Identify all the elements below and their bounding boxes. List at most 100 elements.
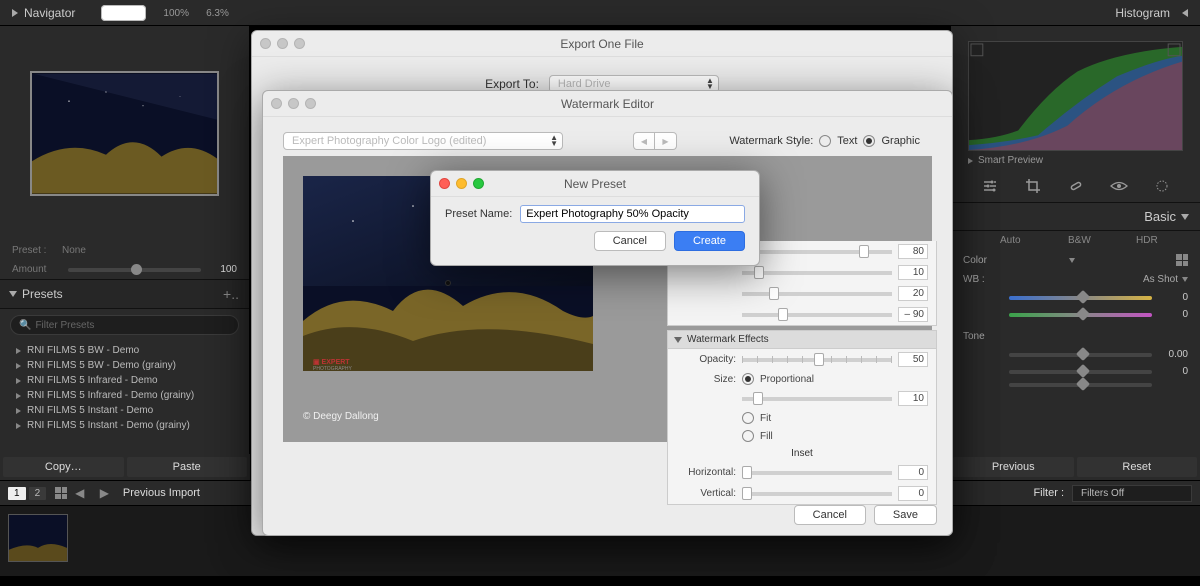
shadow-value2[interactable]: 10 bbox=[898, 265, 928, 280]
zoom-icon[interactable] bbox=[305, 98, 316, 109]
filter-presets-search[interactable]: 🔍 Filter Presets bbox=[10, 315, 239, 335]
zoom-icon[interactable] bbox=[294, 38, 305, 49]
minimize-icon[interactable] bbox=[288, 98, 299, 109]
tone-slider[interactable] bbox=[1009, 370, 1152, 374]
horizontal-value[interactable]: 0 bbox=[898, 465, 928, 480]
preset-readout: Preset : None bbox=[0, 241, 249, 260]
filter-dropdown[interactable]: Filters Off bbox=[1072, 485, 1192, 502]
preset-value: None bbox=[62, 245, 86, 256]
fill-radio[interactable] bbox=[742, 430, 754, 442]
grid-icon[interactable] bbox=[1176, 254, 1188, 266]
shadow-slider3[interactable] bbox=[742, 292, 892, 296]
exposure-slider-row: 0.00 bbox=[951, 346, 1200, 363]
horizontal-slider[interactable] bbox=[742, 471, 892, 475]
reset-button[interactable]: Reset bbox=[1077, 457, 1198, 477]
zoom-levels[interactable]: FIT 100% 6.3% bbox=[101, 7, 243, 19]
opacity-slider[interactable] bbox=[742, 358, 892, 362]
auto-button[interactable]: Auto bbox=[1000, 235, 1050, 246]
heal-icon[interactable] bbox=[1066, 176, 1086, 196]
close-icon[interactable] bbox=[439, 178, 450, 189]
new-preset-cancel-button[interactable]: Cancel bbox=[594, 231, 666, 251]
shadow-slider4[interactable] bbox=[742, 313, 892, 317]
copy-button[interactable]: Copy… bbox=[3, 457, 124, 477]
display-2-button[interactable]: 2 bbox=[29, 487, 47, 500]
watermark-save-button[interactable]: Save bbox=[874, 505, 937, 525]
smart-preview-row[interactable]: Smart Preview bbox=[951, 151, 1200, 170]
close-icon[interactable] bbox=[260, 38, 271, 49]
watermark-preset-select[interactable]: Expert Photography Color Logo (edited)▲▼ bbox=[283, 132, 563, 150]
zoom-100[interactable]: 100% bbox=[163, 8, 189, 19]
hdr-button[interactable]: HDR bbox=[1136, 235, 1186, 246]
eye-icon[interactable] bbox=[1109, 176, 1129, 196]
graphic-radio[interactable] bbox=[863, 135, 875, 147]
bw-button[interactable]: B&W bbox=[1068, 235, 1118, 246]
preset-item[interactable]: RNI FILMS 5 Instant - Demo (grainy) bbox=[10, 418, 239, 433]
zoom-icon[interactable] bbox=[473, 178, 484, 189]
next-image-button[interactable]: ▶ bbox=[655, 132, 677, 150]
preset-item[interactable]: RNI FILMS 5 Infrared - Demo (grainy) bbox=[10, 388, 239, 403]
navigator-thumbnail[interactable] bbox=[30, 71, 219, 196]
shadow-value1[interactable]: 80 bbox=[898, 244, 928, 259]
navigator-title: Navigator bbox=[24, 6, 75, 20]
preset-item[interactable]: RNI FILMS 5 Instant - Demo bbox=[10, 403, 239, 418]
vertical-slider[interactable] bbox=[742, 492, 892, 496]
fit-radio[interactable] bbox=[742, 412, 754, 424]
preset-item[interactable]: RNI FILMS 5 Infrared - Demo bbox=[10, 373, 239, 388]
preset-item[interactable]: RNI FILMS 5 BW - Demo bbox=[10, 343, 239, 358]
histogram-display[interactable] bbox=[968, 41, 1183, 151]
temp-slider[interactable] bbox=[1009, 296, 1152, 300]
shadow-slider2[interactable] bbox=[742, 271, 892, 275]
disclosure-down-icon[interactable] bbox=[1182, 9, 1188, 17]
wb-row[interactable]: WB : As Shot bbox=[951, 270, 1200, 289]
watermark-titlebar[interactable]: Watermark Editor bbox=[263, 91, 952, 117]
minimize-icon[interactable] bbox=[456, 178, 467, 189]
dropdown-icon bbox=[1069, 258, 1075, 263]
crop-icon[interactable] bbox=[1023, 176, 1043, 196]
color-profile-row[interactable]: Color bbox=[951, 250, 1200, 270]
size-value[interactable]: 10 bbox=[898, 391, 928, 406]
previous-button[interactable]: Previous bbox=[953, 457, 1074, 477]
close-icon[interactable] bbox=[271, 98, 282, 109]
horizontal-label: Horizontal: bbox=[676, 467, 736, 478]
zoom-fit[interactable]: FIT bbox=[101, 5, 146, 21]
presets-header[interactable]: Presets +.. bbox=[0, 279, 249, 309]
radial-icon[interactable] bbox=[1152, 176, 1172, 196]
proportional-radio[interactable] bbox=[742, 373, 754, 385]
tint-slider[interactable] bbox=[1009, 313, 1152, 317]
window-controls[interactable] bbox=[260, 38, 305, 49]
shadow-value4[interactable]: – 90 bbox=[898, 307, 928, 322]
window-controls[interactable] bbox=[271, 98, 316, 109]
add-preset-icon[interactable]: +.. bbox=[223, 286, 239, 302]
watermark-cancel-button[interactable]: Cancel bbox=[794, 505, 866, 525]
grid-view-icon[interactable] bbox=[55, 487, 67, 499]
filmstrip-thumbnail[interactable] bbox=[8, 514, 68, 562]
size-slider[interactable] bbox=[742, 397, 892, 401]
text-radio[interactable] bbox=[819, 135, 831, 147]
shadow-value3[interactable]: 20 bbox=[898, 286, 928, 301]
display-1-button[interactable]: 1 bbox=[8, 487, 26, 500]
preset-item[interactable]: RNI FILMS 5 BW - Demo (grainy) bbox=[10, 358, 239, 373]
amount-slider[interactable] bbox=[68, 268, 201, 272]
export-titlebar[interactable]: Export One File bbox=[252, 31, 952, 57]
shadow-slider1[interactable] bbox=[742, 250, 892, 254]
prev-image-button[interactable]: ◀ bbox=[633, 132, 655, 150]
new-preset-titlebar[interactable]: New Preset bbox=[431, 171, 759, 197]
paste-button[interactable]: Paste bbox=[127, 457, 248, 477]
source-label[interactable]: Previous Import bbox=[123, 487, 200, 499]
opacity-value[interactable]: 50 bbox=[898, 352, 928, 367]
window-controls[interactable] bbox=[439, 178, 484, 189]
disclosure-down-icon[interactable] bbox=[12, 9, 18, 17]
basic-header[interactable]: Basic bbox=[951, 203, 1200, 231]
nav-arrows[interactable]: ◀ ▶ bbox=[75, 486, 115, 500]
tone-slider2[interactable] bbox=[1009, 383, 1152, 387]
tint-slider-row: 0 bbox=[951, 306, 1200, 323]
preset-name-input[interactable] bbox=[520, 205, 745, 223]
zoom-63[interactable]: 6.3% bbox=[206, 8, 229, 19]
minimize-icon[interactable] bbox=[277, 38, 288, 49]
vertical-value[interactable]: 0 bbox=[898, 486, 928, 501]
effects-header[interactable]: Watermark Effects bbox=[668, 331, 936, 349]
watermark-preset-value: Expert Photography Color Logo (edited) bbox=[292, 135, 486, 147]
new-preset-create-button[interactable]: Create bbox=[674, 231, 745, 251]
adjust-icon[interactable] bbox=[980, 176, 1000, 196]
exposure-slider[interactable] bbox=[1009, 353, 1152, 357]
